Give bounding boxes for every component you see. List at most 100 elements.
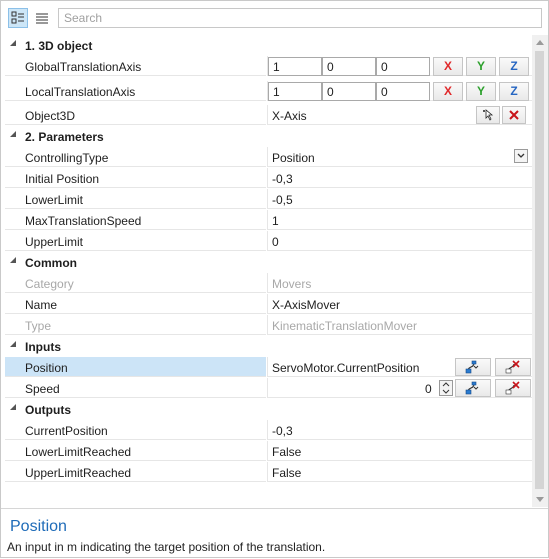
prop-value[interactable]: 1 [272, 214, 279, 228]
category-label: 2. Parameters [25, 130, 104, 144]
controlling-type-select[interactable]: Position [272, 151, 315, 165]
local-axis-y-field[interactable]: 0 [322, 82, 376, 101]
prop-value[interactable]: 0 [272, 235, 279, 249]
collapse-chevron-icon[interactable] [10, 40, 16, 46]
pointer-pick-icon [483, 109, 494, 121]
prop-name: LowerLimit [25, 193, 84, 207]
prop-name: ControllingType [25, 151, 109, 165]
prop-value: KinematicTranslationMover [272, 319, 417, 333]
prop-position[interactable]: Position ServoMotor.CurrentPosition [1, 357, 532, 378]
local-axis-x-field[interactable]: 1 [268, 82, 322, 101]
prop-name: LowerLimitReached [25, 445, 132, 459]
category-label: Outputs [25, 403, 71, 417]
spin-arrows-icon [442, 382, 450, 394]
categorized-view-button[interactable] [8, 8, 28, 28]
category-label: Inputs [25, 340, 61, 354]
prop-name: UpperLimitReached [25, 466, 132, 480]
collapse-chevron-icon[interactable] [10, 131, 16, 137]
alphabetical-view-button[interactable] [32, 8, 52, 28]
prop-current-position[interactable]: CurrentPosition -0,3 [1, 420, 532, 441]
prop-upper-limit-reached[interactable]: UpperLimitReached False [1, 462, 532, 483]
prop-value: False [272, 466, 302, 480]
set-y-axis-button[interactable]: Y [466, 82, 496, 101]
connect-signal-button[interactable] [455, 358, 491, 376]
prop-name: UpperLimit [25, 235, 84, 249]
category-label: 1. 3D object [25, 39, 93, 53]
search-input[interactable] [58, 8, 542, 28]
prop-name: LocalTranslationAxis [25, 85, 136, 99]
prop-global-translation-axis: GlobalTranslationAxis 1 0 0 X Y Z [1, 56, 532, 77]
scroll-up-arrow-icon[interactable] [536, 40, 544, 45]
prop-name: Position [25, 361, 68, 375]
vertical-scrollbar[interactable] [532, 35, 548, 507]
disconnect-signal-button[interactable] [495, 379, 531, 397]
category-parameters[interactable]: 2. Parameters [1, 126, 532, 147]
prop-name: Category [25, 277, 74, 291]
prop-value: -0,3 [272, 424, 293, 438]
clear-object-button[interactable] [502, 106, 526, 124]
connect-signal-button[interactable] [455, 379, 491, 397]
scroll-down-arrow-icon[interactable] [536, 497, 544, 502]
collapse-chevron-icon[interactable] [10, 341, 16, 347]
set-x-axis-button[interactable]: X [433, 57, 463, 76]
scrollbar-thumb[interactable] [535, 51, 544, 489]
category-outputs[interactable]: Outputs [1, 399, 532, 420]
local-axis-z-field[interactable]: 0 [376, 82, 430, 101]
connect-signal-icon [465, 360, 479, 374]
prop-name: CurrentPosition [25, 424, 108, 438]
prop-name-field[interactable]: Name X-AxisMover [1, 294, 532, 315]
prop-upper-limit[interactable]: UpperLimit 0 [1, 231, 532, 252]
prop-name: Speed [25, 382, 60, 396]
prop-local-translation-axis: LocalTranslationAxis 1 0 0 X Y Z [1, 81, 532, 102]
global-axis-y-field[interactable]: 0 [322, 57, 376, 76]
prop-speed[interactable]: Speed 0 [1, 378, 532, 399]
toolbar [1, 1, 548, 35]
prop-max-translation-speed[interactable]: MaxTranslationSpeed 1 [1, 210, 532, 231]
prop-controlling-type[interactable]: ControllingType Position [1, 147, 532, 168]
prop-name: Object3D [25, 109, 76, 123]
prop-lower-limit[interactable]: LowerLimit -0,5 [1, 189, 532, 210]
property-grid-window: 1. 3D object GlobalTranslationAxis 1 0 0… [0, 0, 549, 558]
disconnect-signal-icon [505, 360, 520, 374]
prop-type: Type KinematicTranslationMover [1, 315, 532, 336]
set-z-axis-button[interactable]: Z [499, 82, 529, 101]
categorized-view-icon [11, 11, 24, 24]
category-common[interactable]: Common [1, 252, 532, 273]
category-inputs[interactable]: Inputs [1, 336, 532, 357]
prop-object3d[interactable]: Object3D X-Axis [1, 105, 532, 126]
prop-category: Category Movers [1, 273, 532, 294]
speed-spinner[interactable] [439, 380, 453, 396]
prop-name: Type [25, 319, 52, 333]
prop-value[interactable]: ServoMotor.CurrentPosition [272, 361, 419, 375]
disconnect-signal-button[interactable] [495, 358, 531, 376]
prop-lower-limit-reached[interactable]: LowerLimitReached False [1, 441, 532, 462]
global-axis-z-field[interactable]: 0 [376, 57, 430, 76]
category-3d-object[interactable]: 1. 3D object [1, 35, 532, 56]
collapse-chevron-icon[interactable] [10, 257, 16, 263]
collapse-chevron-icon[interactable] [10, 404, 16, 410]
alphabetical-view-icon [36, 13, 48, 24]
prop-name: Name [25, 298, 58, 312]
description-panel: Position An input in m indicating the ta… [1, 508, 548, 559]
prop-value[interactable]: -0,5 [272, 193, 293, 207]
description-text: An input in m indicating the target posi… [7, 540, 326, 554]
disconnect-signal-icon [505, 381, 520, 395]
description-title: Position [10, 518, 67, 535]
prop-name: MaxTranslationSpeed [25, 214, 142, 228]
pick-object-button[interactable] [476, 106, 500, 124]
prop-name: Initial Position [25, 172, 100, 186]
prop-value[interactable]: X-AxisMover [272, 298, 340, 312]
dropdown-button[interactable] [514, 149, 528, 163]
prop-initial-position[interactable]: Initial Position -0,3 [1, 168, 532, 189]
set-y-axis-button[interactable]: Y [466, 57, 496, 76]
set-z-axis-button[interactable]: Z [499, 57, 529, 76]
prop-value[interactable]: -0,3 [272, 172, 293, 186]
set-x-axis-button[interactable]: X [433, 82, 463, 101]
global-axis-x-field[interactable]: 1 [268, 57, 322, 76]
prop-value: False [272, 445, 302, 459]
speed-value[interactable]: 0 [425, 382, 432, 396]
category-label: Common [25, 256, 77, 270]
prop-name: GlobalTranslationAxis [25, 60, 142, 74]
property-grid: 1. 3D object GlobalTranslationAxis 1 0 0… [1, 35, 532, 507]
prop-value: X-Axis [272, 109, 307, 123]
